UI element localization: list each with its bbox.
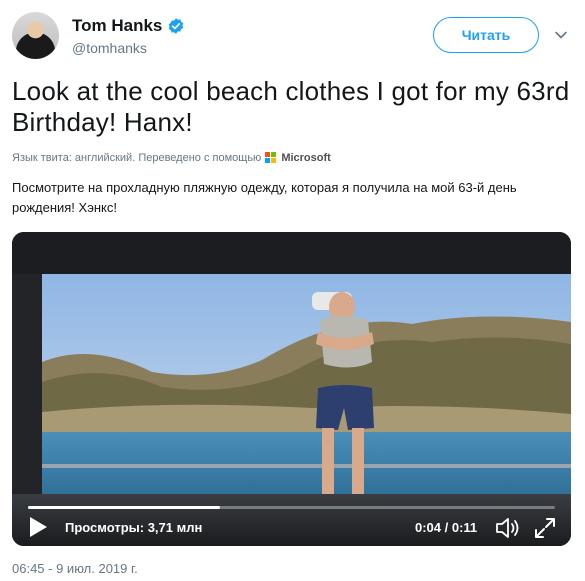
translation-provider[interactable]: Microsoft xyxy=(281,152,331,164)
tweet-header: Tom Hanks @tomhanks Читать xyxy=(0,0,585,70)
video-player[interactable]: Просмотры: 3,71 млн 0:04 / 0:11 xyxy=(12,232,571,546)
video-progress-bar[interactable] xyxy=(28,506,555,509)
translation-note-text: Язык твита: английский. Переведено с пом… xyxy=(12,152,262,164)
tweet-text: Look at the cool beach clothes I got for… xyxy=(12,76,570,137)
video-view-count: Просмотры: 3,71 млн xyxy=(65,520,203,535)
video-time: 0:04 / 0:11 xyxy=(415,520,478,535)
volume-icon[interactable] xyxy=(495,516,521,540)
avatar[interactable] xyxy=(12,12,59,59)
play-icon[interactable] xyxy=(28,516,48,538)
video-controls: Просмотры: 3,71 млн 0:04 / 0:11 xyxy=(12,494,571,546)
chevron-down-icon[interactable] xyxy=(554,28,568,42)
author-name-row: Tom Hanks xyxy=(72,15,185,37)
fullscreen-icon[interactable] xyxy=(533,516,557,540)
verified-badge-icon xyxy=(169,18,184,34)
follow-button[interactable]: Читать xyxy=(433,17,539,53)
author-name[interactable]: Tom Hanks xyxy=(72,16,162,36)
microsoft-logo-icon xyxy=(265,152,277,164)
translated-text: Посмотрите на прохладную пляжную одежду,… xyxy=(12,180,517,215)
author-handle[interactable]: @tomhanks xyxy=(72,40,147,56)
video-progress-fill xyxy=(28,506,220,509)
translation-note: Язык твита: английский. Переведено с пом… xyxy=(12,152,331,164)
tweet-timestamp[interactable]: 06:45 - 9 июл. 2019 г. xyxy=(12,561,138,576)
